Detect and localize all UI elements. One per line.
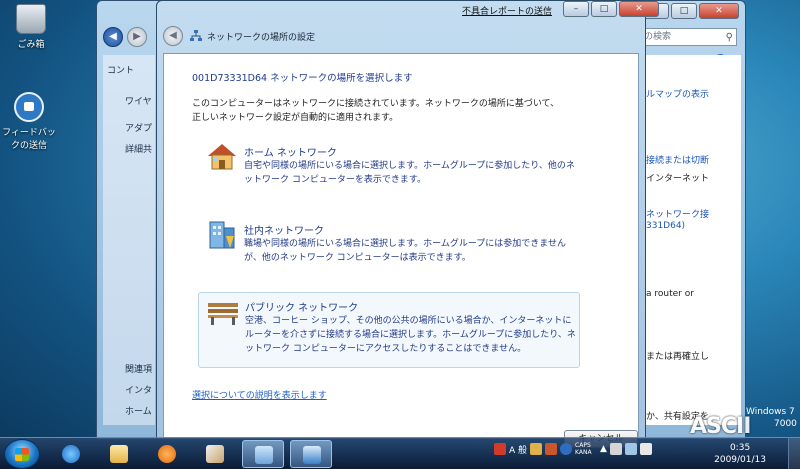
related-link[interactable]: ホーム <box>103 401 152 420</box>
network-tray-icon[interactable] <box>624 443 637 455</box>
bench-icon <box>208 303 238 325</box>
right-content-pane: ルマップの表示 接続または切断 インターネット ネットワーク接 331D64) … <box>643 55 741 425</box>
option-description: 職場や同様の場所にいる場合に選択します。ホームグループには参加できませんが、他の… <box>244 239 567 263</box>
right-link[interactable]: 331D64) <box>646 221 685 231</box>
help-link[interactable]: 選択についての説明を表示します <box>192 388 327 401</box>
left-task-link[interactable]: アダプ <box>103 118 152 137</box>
right-link[interactable]: 接続または切断 <box>646 153 709 166</box>
watermark-line: 7000 <box>774 419 797 429</box>
caps-kana-indicator: CAPS KANA <box>575 442 592 456</box>
desktop-icon-recycle-bin[interactable]: ごみ箱 <box>2 4 60 50</box>
right-text: a router or <box>646 289 694 299</box>
feedback-icon <box>14 92 44 122</box>
right-link[interactable]: ネットワーク接 <box>646 207 709 220</box>
related-link[interactable]: 関連項 <box>103 359 152 378</box>
control-panel-icon <box>255 446 273 464</box>
related-link[interactable]: インタ <box>103 380 152 399</box>
ime-tool-icon[interactable] <box>530 443 543 455</box>
desktop-icon-label: ごみ箱 <box>17 40 45 50</box>
network-location-dialog: ◀ ネットワークの場所の設定 001D73331D64 ネットワークの場所を選択… <box>156 0 646 448</box>
recycle-bin-icon <box>16 4 46 34</box>
media-player-icon <box>158 445 176 463</box>
windows-build-watermark: Windows 7 7000 <box>746 406 797 430</box>
help-icon[interactable] <box>560 443 573 455</box>
maximize-button[interactable]: □ <box>671 3 697 19</box>
ascii-logo: ASCII <box>690 414 751 439</box>
taskbar-app-ie[interactable] <box>50 440 92 468</box>
option-description: 空港、コーヒー ショップ、その他の公共の場所にいる場合か、インターネットにルータ… <box>245 316 576 354</box>
option-title: 社内ネットワーク <box>244 226 324 237</box>
minimize-button[interactable]: – <box>563 1 589 17</box>
search-icon: ⚲ <box>725 32 733 43</box>
back-button[interactable]: ◀ <box>103 27 123 47</box>
internet-explorer-icon <box>62 445 80 463</box>
control-panel-title[interactable]: コント <box>107 63 134 76</box>
desktop-icon-label: フィードバックの送信 <box>2 128 56 151</box>
paint-icon <box>206 445 224 463</box>
taskbar-app-control-panel[interactable] <box>242 440 284 468</box>
dialog-title: ネットワークの場所の設定 <box>207 33 316 43</box>
option-home-network[interactable]: ホーム ネットワーク 自宅や同様の場所にいる場合に選択します。ホームグループに参… <box>198 138 580 185</box>
network-icon <box>190 30 202 41</box>
option-title: パブリック ネットワーク <box>245 303 359 314</box>
right-link[interactable]: ルマップの表示 <box>646 87 709 100</box>
tray-expand-icon[interactable]: ▲ <box>600 444 607 454</box>
office-building-icon <box>209 221 235 249</box>
ime-indicator[interactable]: A 般 <box>509 443 527 456</box>
option-work-network[interactable]: 社内ネットワーク 職場や同様の場所にいる場合に選択します。ホームグループには参加… <box>198 216 580 263</box>
start-button[interactable] <box>4 439 40 469</box>
option-title: ホーム ネットワーク <box>244 148 337 159</box>
close-button[interactable]: ✕ <box>699 3 739 19</box>
back-button[interactable]: ◀ <box>163 26 183 46</box>
folder-icon <box>110 445 128 463</box>
watermark-line: Windows 7 <box>746 407 795 417</box>
option-public-network[interactable]: パブリック ネットワーク 空港、コーヒー ショップ、その他の公共の場所にいる場合… <box>198 292 580 368</box>
flag-icon[interactable] <box>494 443 506 455</box>
house-icon <box>208 144 236 170</box>
desktop-icon-send-feedback[interactable]: フィードバックの送信 <box>0 92 58 151</box>
taskbar-app-paint[interactable] <box>194 440 236 468</box>
right-text: インターネット <box>646 174 710 184</box>
action-center-icon[interactable] <box>609 443 622 455</box>
dialog-header: ◀ ネットワークの場所の設定 <box>157 21 645 51</box>
clock-time: 0:35 <box>729 443 751 453</box>
left-task-link[interactable]: ワイヤ <box>103 91 152 110</box>
clock-date: 2009/01/13 <box>714 455 766 465</box>
network-icon <box>303 446 321 464</box>
report-problem-link[interactable]: 不具合レポートの送信 <box>462 4 552 17</box>
intro-text: このコンピューターはネットワークに接続されています。ネットワークの場所に基づいて… <box>192 99 560 123</box>
taskbar-app-network[interactable] <box>290 440 332 468</box>
taskbar: A 般 CAPS KANA ▲ 0:35 2009/01/13 <box>0 437 800 469</box>
left-task-pane: コント ワイヤ アダプ 詳細共 関連項 インタ ホーム <box>103 55 155 425</box>
right-text: または再確立し <box>646 352 710 362</box>
page-heading: 001D73331D64 ネットワークの場所を選択します <box>192 73 413 84</box>
nav-buttons: ◀ ▶ <box>103 27 147 47</box>
volume-icon[interactable] <box>639 443 652 455</box>
option-description: 自宅や同様の場所にいる場合に選択します。ホームグループに参加したり、他のネットワ… <box>244 161 575 185</box>
left-task-link[interactable]: 詳細共 <box>103 139 152 158</box>
search-input[interactable]: の検索 ⚲ <box>637 28 737 46</box>
maximize-button[interactable]: □ <box>591 1 617 17</box>
close-button[interactable]: ✕ <box>619 1 659 17</box>
taskbar-app-media-player[interactable] <box>146 440 188 468</box>
taskbar-app-explorer[interactable] <box>98 440 140 468</box>
forward-button[interactable]: ▶ <box>127 27 147 47</box>
ime-dictionary-icon[interactable] <box>545 443 558 455</box>
search-placeholder: の検索 <box>644 32 672 42</box>
dialog-window-controls: – □ ✕ <box>563 1 659 17</box>
dialog-content: 001D73331D64 ネットワークの場所を選択します このコンピューターはネ… <box>163 53 639 448</box>
system-tray: A 般 CAPS KANA ▲ <box>494 442 652 456</box>
show-desktop-button[interactable] <box>788 438 800 469</box>
clock[interactable]: 0:35 2009/01/13 <box>714 442 766 466</box>
